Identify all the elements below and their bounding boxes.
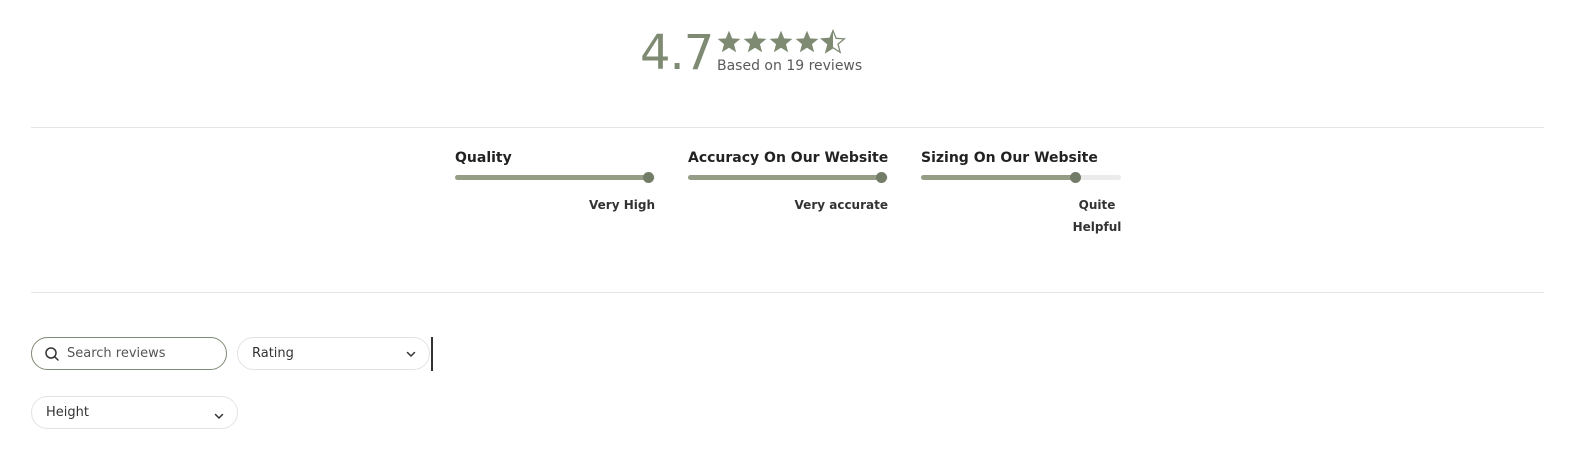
attribute-bar-fill xyxy=(688,175,882,180)
review-count: Based on 19 reviews xyxy=(717,58,863,74)
attribute-value: Quite Helpful xyxy=(1072,198,1122,234)
star-icon xyxy=(795,30,819,53)
star-icon xyxy=(717,30,741,53)
star-icon xyxy=(743,30,767,53)
attribute-sizing: Sizing On Our Website Quite Helpful xyxy=(921,150,1121,238)
attribute-label: Accuracy On Our Website xyxy=(688,150,889,166)
chevron-down-icon xyxy=(406,351,416,357)
attribute-label: Quality xyxy=(455,150,512,166)
attribute-bar-fill xyxy=(455,175,649,180)
star-rating xyxy=(716,29,846,55)
attribute-accuracy: Accuracy On Our Website Very accurate xyxy=(688,150,888,216)
attribute-value: Very accurate xyxy=(794,198,888,212)
attribute-bar xyxy=(921,172,1121,183)
search-box[interactable] xyxy=(31,337,227,370)
average-rating: 4.7 xyxy=(640,25,714,81)
attribute-label: Sizing On Our Website xyxy=(921,150,1098,166)
search-icon xyxy=(45,346,59,361)
star-icon xyxy=(769,30,793,53)
attribute-bar-knob xyxy=(643,172,654,183)
height-filter-select[interactable]: Height xyxy=(31,396,238,429)
attribute-bar-fill xyxy=(921,175,1077,180)
rating-filter-select[interactable]: Rating xyxy=(237,337,430,370)
search-input[interactable] xyxy=(67,346,207,361)
star-half-icon xyxy=(820,29,846,54)
attribute-value: Very High xyxy=(589,198,655,212)
divider xyxy=(31,292,1544,293)
attribute-bar xyxy=(455,172,655,183)
attribute-bar-knob xyxy=(876,172,887,183)
chevron-down-icon xyxy=(214,413,224,419)
attribute-quality: Quality Very High xyxy=(455,150,655,216)
attribute-bar-knob xyxy=(1070,172,1082,183)
rating-filter-label: Rating xyxy=(252,346,294,361)
text-cursor xyxy=(431,337,433,371)
height-filter-label: Height xyxy=(46,405,89,420)
divider xyxy=(31,127,1544,128)
attribute-bar xyxy=(688,172,888,183)
